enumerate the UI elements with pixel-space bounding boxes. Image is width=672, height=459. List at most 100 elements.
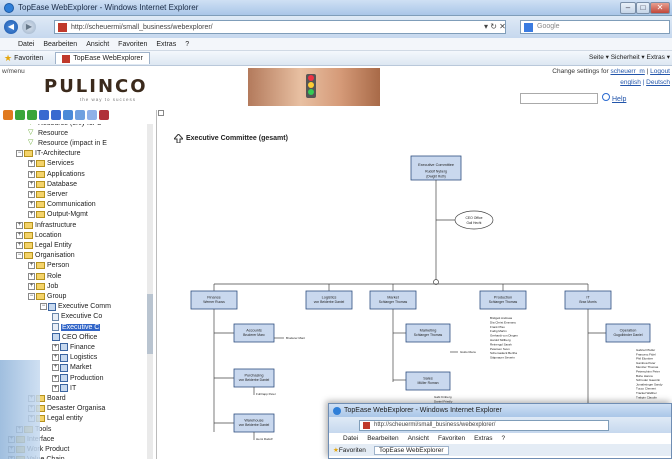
url-input[interactable]: http://scheuermi/small_business/webexplo… (54, 20, 506, 34)
popup-menu-favoriten[interactable]: Favoriten (438, 435, 465, 442)
menu-help[interactable]: ? (185, 41, 189, 48)
menu-datei[interactable]: Datei (18, 41, 34, 48)
tree-node[interactable]: + Database (28, 179, 77, 189)
menu-toggle[interactable]: w/menu (2, 68, 25, 75)
tree-node[interactable]: − Group (28, 291, 66, 301)
remove-icon[interactable] (27, 110, 37, 120)
popup-menu-ansicht[interactable]: Ansicht (408, 435, 429, 442)
expand-toggle-icon[interactable]: + (28, 180, 35, 188)
add-icon[interactable] (15, 110, 25, 120)
popup-menu-datei[interactable]: Datei (343, 435, 358, 442)
tree-node[interactable]: + Legal Entity (16, 240, 72, 250)
tree-node-label: Role (47, 272, 62, 280)
tree-node-label: Communication (47, 201, 96, 209)
refresh-icon[interactable] (63, 110, 73, 120)
english-link[interactable]: english (620, 79, 641, 86)
popup-menu-extras[interactable]: Extras (474, 435, 492, 442)
expand-toggle-icon[interactable]: + (52, 384, 59, 392)
search-tree-icon[interactable] (75, 110, 85, 120)
help-link[interactable]: Help (602, 93, 626, 103)
expand-toggle-icon[interactable]: + (28, 170, 35, 178)
expand-toggle-icon[interactable]: + (28, 262, 35, 270)
site-search-input[interactable] (520, 93, 598, 104)
tree-node[interactable]: CEO Office (52, 332, 97, 342)
tree-scrollbar-thumb[interactable] (147, 294, 153, 354)
maximize-button[interactable]: □ (636, 2, 650, 14)
tree-node[interactable]: + Finance (52, 342, 95, 352)
chart-text: Frank Pfau (490, 325, 505, 329)
expand-toggle-icon[interactable]: + (52, 343, 59, 351)
user-settings-link[interactable]: scheuerr_m (610, 68, 644, 75)
expand-toggle-icon[interactable]: + (52, 374, 59, 382)
command-bar[interactable]: Seite ▾ Sicherheit ▾ Extras ▾ (589, 53, 670, 61)
back-button[interactable]: ◀ (4, 20, 18, 34)
tree-node[interactable]: ▽ Resource (28, 128, 68, 138)
expand-toggle-icon[interactable]: + (16, 231, 23, 239)
tree-node[interactable]: + Communication (28, 200, 96, 210)
tree-node[interactable]: + Production (52, 373, 103, 383)
tree-node[interactable]: + Server (28, 189, 68, 199)
expand-toggle-icon[interactable]: + (52, 354, 59, 362)
expand-toggle-icon[interactable]: + (28, 160, 35, 168)
secondary-browser-window[interactable]: TopEase WebExplorer - Windows Internet E… (328, 403, 672, 459)
document-icon[interactable] (87, 110, 97, 120)
tree-node[interactable]: + Output-Mgmt (28, 210, 88, 220)
tree-node[interactable]: + Logistics (52, 353, 97, 363)
popup-favorites-label[interactable]: Favoriten (339, 447, 366, 454)
tree-node[interactable]: − IT-Architecture (16, 149, 81, 159)
collapse-toggle-icon[interactable]: − (28, 292, 35, 300)
browser-tab[interactable]: TopEase WebExplorer (55, 52, 150, 64)
minimize-button[interactable]: – (620, 2, 636, 14)
expand-toggle-icon[interactable]: + (52, 364, 59, 372)
tree-node[interactable]: Executive Co (52, 312, 102, 322)
expand-toggle-icon[interactable]: + (28, 272, 35, 280)
tree-node[interactable]: + Location (16, 230, 61, 240)
menu-bearbeiten[interactable]: Bearbeiten (43, 41, 77, 48)
expand-toggle-icon[interactable]: + (16, 221, 23, 229)
popup-tab[interactable]: TopEase WebExplorer (373, 445, 449, 455)
tree-node[interactable]: + Applications (28, 169, 85, 179)
collapse-toggle-icon[interactable]: − (40, 303, 47, 311)
tree-node[interactable]: − Executive Comm (40, 302, 111, 312)
logout-link[interactable]: Logout (650, 68, 670, 75)
tree-node[interactable]: + Market (52, 363, 91, 373)
tree-node[interactable]: + IT (52, 383, 76, 393)
expand-toggle-icon[interactable]: + (28, 201, 35, 209)
tree-node[interactable]: + Infrastructure (16, 220, 76, 230)
browser-window: TopEase WebExplorer - Windows Internet E… (0, 0, 672, 459)
tree-node[interactable]: + Role (28, 271, 61, 281)
close-button[interactable]: ✕ (650, 2, 670, 14)
tree-node[interactable]: + Services (28, 159, 74, 169)
menu-favoriten[interactable]: Favoriten (118, 41, 147, 48)
tree-scrollbar[interactable] (147, 124, 153, 459)
forward-button[interactable]: ▶ (22, 20, 36, 34)
tree-node-label: Location (35, 231, 62, 239)
print-icon[interactable] (99, 110, 109, 120)
home-icon[interactable] (3, 110, 13, 120)
search-input[interactable]: Google (520, 20, 670, 34)
pane-splitter[interactable] (156, 110, 164, 459)
collapse-icon[interactable] (158, 110, 164, 116)
favorites-label[interactable]: Favoriten (14, 55, 43, 62)
collapse-toggle-icon[interactable]: − (16, 252, 23, 260)
refresh-stop-icons[interactable]: ▾ ↻ ✕ (484, 22, 506, 31)
expand-toggle-icon[interactable]: + (28, 282, 35, 290)
tree-node[interactable]: − Organisation (16, 251, 75, 261)
arrow-right-icon[interactable] (51, 110, 61, 120)
expand-toggle-icon[interactable]: + (16, 241, 23, 249)
tree-node[interactable]: ▽ Resource (impact in E (28, 138, 107, 148)
collapse-toggle-icon[interactable]: − (16, 150, 23, 158)
expand-toggle-icon[interactable]: + (28, 211, 35, 219)
expand-toggle-icon[interactable]: + (28, 190, 35, 198)
tree-node[interactable]: Executive C (52, 322, 101, 332)
popup-url-input[interactable]: http://scheuermi/small_business/webexplo… (359, 419, 609, 431)
popup-menu-bearbeiten[interactable]: Bearbeiten (367, 435, 398, 442)
favorites-star-icon[interactable]: ★ (4, 53, 12, 64)
popup-menu-help[interactable]: ? (502, 435, 506, 442)
menu-ansicht[interactable]: Ansicht (86, 41, 109, 48)
tree-node[interactable]: + Job (28, 281, 58, 291)
arrow-left-icon[interactable] (39, 110, 49, 120)
deutsch-link[interactable]: Deutsch (646, 79, 670, 86)
tree-node[interactable]: + Person (28, 261, 69, 271)
menu-extras[interactable]: Extras (156, 41, 176, 48)
